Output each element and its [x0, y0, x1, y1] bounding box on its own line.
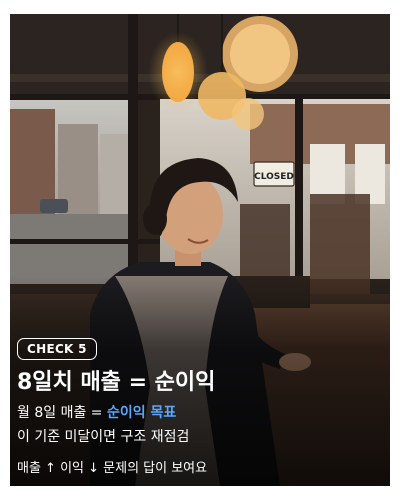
insight-line: 매출 ↑ 이익 ↓ 문제의 답이 보여요 [17, 461, 208, 476]
target-line: 월 8일 매출 = 순이익 목표 [17, 403, 176, 423]
headline: 8일치 매출 = 순이익 [17, 370, 216, 395]
content-card: CLOSED CHECK 5 8일치 매출 = 순이익 월 8일 매출 = 순이… [10, 14, 390, 486]
check-badge: CHECK 5 [17, 338, 97, 360]
target-highlight: 순이익 목표 [106, 405, 177, 421]
closed-sign-text: CLOSED [254, 172, 294, 182]
recheck-line: 이 기준 미달이면 구조 재점검 [17, 429, 190, 445]
target-line-prefix: 월 8일 매출 = [17, 405, 107, 421]
